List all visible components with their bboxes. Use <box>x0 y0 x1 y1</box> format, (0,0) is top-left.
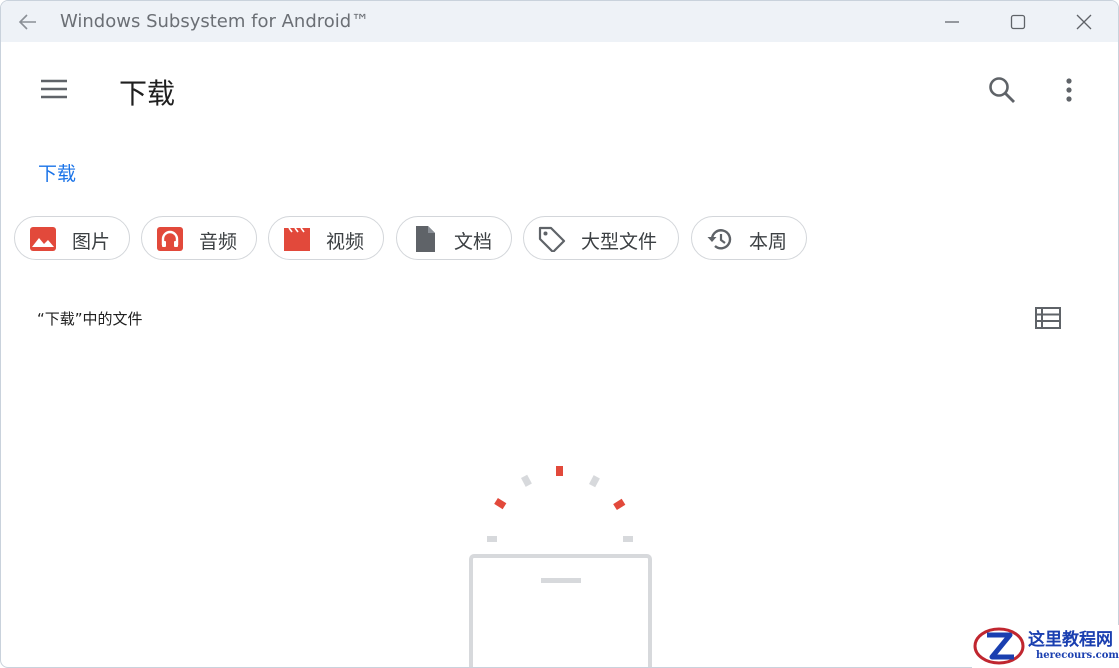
watermark: 这里教程网 herecours.com <box>972 625 1119 668</box>
back-arrow-icon[interactable] <box>16 10 40 34</box>
watermark-en: herecours.com <box>1036 650 1119 661</box>
tag-icon <box>538 226 566 252</box>
history-icon <box>707 229 732 250</box>
close-icon[interactable] <box>1070 9 1098 35</box>
page-title: 下载 <box>119 77 176 110</box>
chip-large-files[interactable]: 大型文件 <box>523 216 679 260</box>
app-bar: 下载 <box>1 43 1118 135</box>
more-options-icon[interactable] <box>1059 75 1079 105</box>
files-section-label: “下载”中的文件 <box>37 310 143 328</box>
chip-documents[interactable]: 文档 <box>396 216 512 260</box>
window-title: Windows Subsystem for Android™ <box>60 11 370 32</box>
minimize-icon[interactable] <box>938 9 966 35</box>
headphones-icon <box>157 227 183 251</box>
chip-label: 文档 <box>454 231 493 253</box>
chip-label: 本周 <box>749 231 788 253</box>
chip-label: 图片 <box>72 231 111 253</box>
watermark-cn: 这里教程网 <box>1028 630 1113 650</box>
menu-icon[interactable] <box>39 77 69 101</box>
breadcrumb[interactable]: 下载 <box>38 159 76 186</box>
filter-chips: 图片 音频 视频 文档 大型文件 本周 <box>1 216 1118 264</box>
chip-images[interactable]: 图片 <box>14 216 130 260</box>
app-window: Windows Subsystem for Android™ 下载 下载 图片 … <box>0 0 1119 668</box>
image-icon <box>30 227 56 251</box>
chip-label: 大型文件 <box>581 231 658 253</box>
empty-downloads-illustration <box>469 466 652 667</box>
chip-video[interactable]: 视频 <box>268 216 384 260</box>
watermark-logo-icon <box>973 627 1025 665</box>
list-view-icon[interactable] <box>1034 306 1062 330</box>
chip-this-week[interactable]: 本周 <box>691 216 807 260</box>
chip-label: 视频 <box>326 231 365 253</box>
title-bar: Windows Subsystem for Android™ <box>1 1 1118 42</box>
movie-icon <box>284 227 310 251</box>
search-icon[interactable] <box>987 75 1017 105</box>
maximize-icon[interactable] <box>1004 9 1032 35</box>
chip-label: 音频 <box>199 231 238 253</box>
chip-audio[interactable]: 音频 <box>141 216 257 260</box>
document-icon <box>416 226 435 252</box>
